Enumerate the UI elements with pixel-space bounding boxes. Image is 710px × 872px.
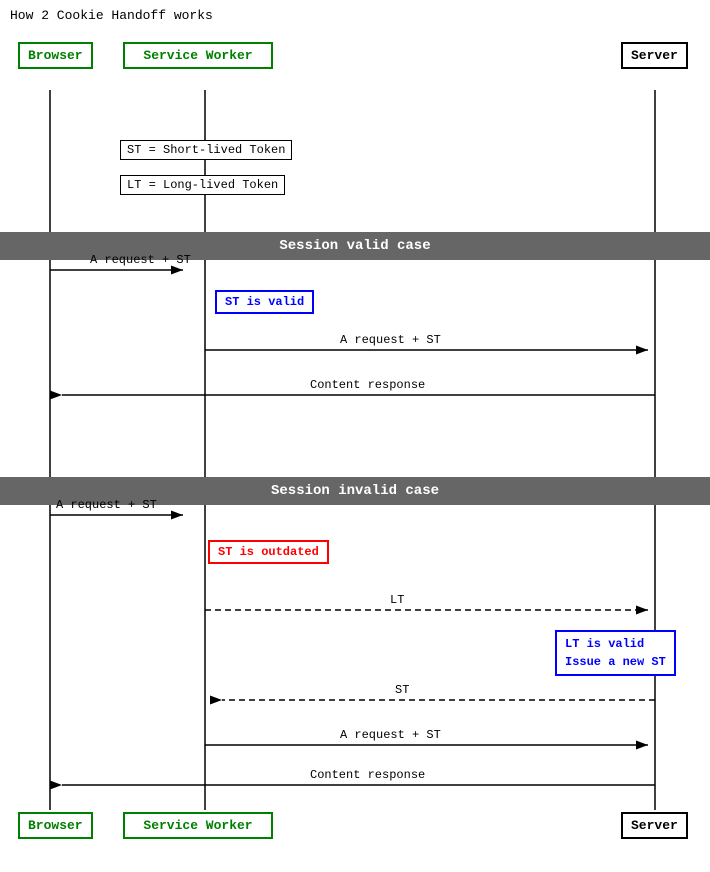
section-valid-header: Session valid case xyxy=(0,232,710,260)
svg-text:A request + ST: A request + ST xyxy=(340,333,441,347)
server-actor-bottom: Server xyxy=(621,812,688,839)
svg-text:Content response: Content response xyxy=(310,378,425,392)
arrows-layer: A request + ST A request + ST Content re… xyxy=(0,0,710,872)
browser-actor-top: Browser xyxy=(18,42,93,69)
svg-text:A request + ST: A request + ST xyxy=(56,498,157,512)
svg-text:LT: LT xyxy=(390,593,404,607)
serviceworker-actor-top: Service Worker xyxy=(123,42,273,69)
lt-definition-note: LT = Long-lived Token xyxy=(120,175,285,195)
browser-actor-bottom: Browser xyxy=(18,812,93,839)
lt-valid-line1: LT is valid xyxy=(565,635,666,653)
st-valid-notebox: ST is valid xyxy=(215,290,314,314)
st-outdated-notebox: ST is outdated xyxy=(208,540,329,564)
diagram: How 2 Cookie Handoff works A request + S… xyxy=(0,0,710,872)
serviceworker-actor-bottom: Service Worker xyxy=(123,812,273,839)
svg-text:ST: ST xyxy=(395,683,409,697)
svg-text:Content response: Content response xyxy=(310,768,425,782)
lt-valid-line2: Issue a new ST xyxy=(565,653,666,671)
svg-text:A request + ST: A request + ST xyxy=(90,253,191,267)
st-definition-note: ST = Short-lived Token xyxy=(120,140,292,160)
diagram-title: How 2 Cookie Handoff works xyxy=(10,8,213,23)
section-invalid-header: Session invalid case xyxy=(0,477,710,505)
lt-valid-notebox: LT is valid Issue a new ST xyxy=(555,630,676,676)
svg-text:A request + ST: A request + ST xyxy=(340,728,441,742)
server-actor-top: Server xyxy=(621,42,688,69)
